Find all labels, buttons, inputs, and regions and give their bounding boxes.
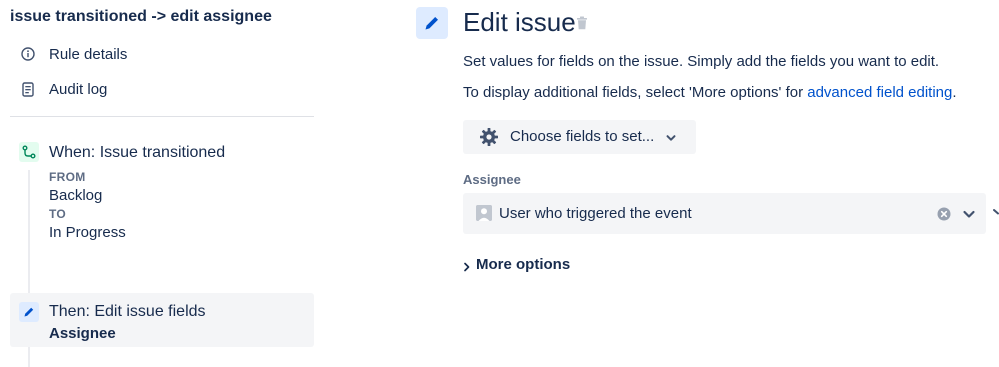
chevron-right-icon	[463, 259, 471, 272]
chevron-edge-icon	[993, 205, 999, 215]
hint-suffix: .	[952, 84, 957, 101]
sidebar-item-rule-details[interactable]: Rule details	[20, 42, 127, 66]
panel-description: Set values for fields on the issue. Simp…	[463, 53, 940, 70]
trigger-to-value: In Progress	[49, 224, 126, 241]
branch-icon	[19, 142, 39, 162]
pencil-icon	[19, 302, 39, 322]
assignee-field-label: Assignee	[463, 172, 521, 187]
sidebar-item-label: Audit log	[49, 80, 108, 98]
more-options-toggle[interactable]: More options	[463, 254, 570, 274]
hint-text: To display additional fields, select 'Mo…	[463, 84, 804, 101]
choose-fields-button[interactable]: Choose fields to set...	[463, 120, 696, 154]
panel-title: Edit issue	[463, 7, 576, 37]
sidebar-item-audit-log[interactable]: Audit log	[20, 77, 107, 101]
avatar	[476, 205, 492, 221]
trigger-from-label: FROM	[49, 170, 86, 184]
trigger-title: When: Issue transitioned	[49, 144, 226, 161]
pencil-icon	[416, 7, 448, 39]
trash-icon[interactable]	[576, 16, 588, 30]
trigger-to-label: TO	[49, 207, 67, 221]
document-icon	[20, 81, 36, 97]
action-subtitle: Assignee	[49, 325, 116, 342]
choose-fields-label: Choose fields to set...	[510, 128, 655, 145]
assignee-select[interactable]: User who triggered the event	[463, 193, 986, 234]
action-component[interactable]: Then: Edit issue fields Assignee	[10, 293, 314, 347]
chevron-down-icon[interactable]	[961, 206, 977, 222]
sidebar-divider	[10, 116, 314, 117]
sidebar-item-label: Rule details	[49, 45, 128, 63]
chevron-down-icon	[665, 131, 677, 143]
gear-icon	[479, 127, 499, 147]
assignee-select-value: User who triggered the event	[499, 205, 692, 222]
rule-title: issue transitioned -> edit assignee	[10, 8, 272, 25]
panel-hint: To display additional fields, select 'Mo…	[463, 84, 957, 101]
trigger-from-value: Backlog	[49, 187, 103, 204]
action-title: Then: Edit issue fields	[49, 303, 206, 320]
info-icon	[20, 46, 36, 62]
advanced-field-editing-link[interactable]: advanced field editing	[807, 84, 952, 101]
more-options-label: More options	[476, 255, 571, 273]
clear-icon[interactable]	[937, 207, 951, 221]
